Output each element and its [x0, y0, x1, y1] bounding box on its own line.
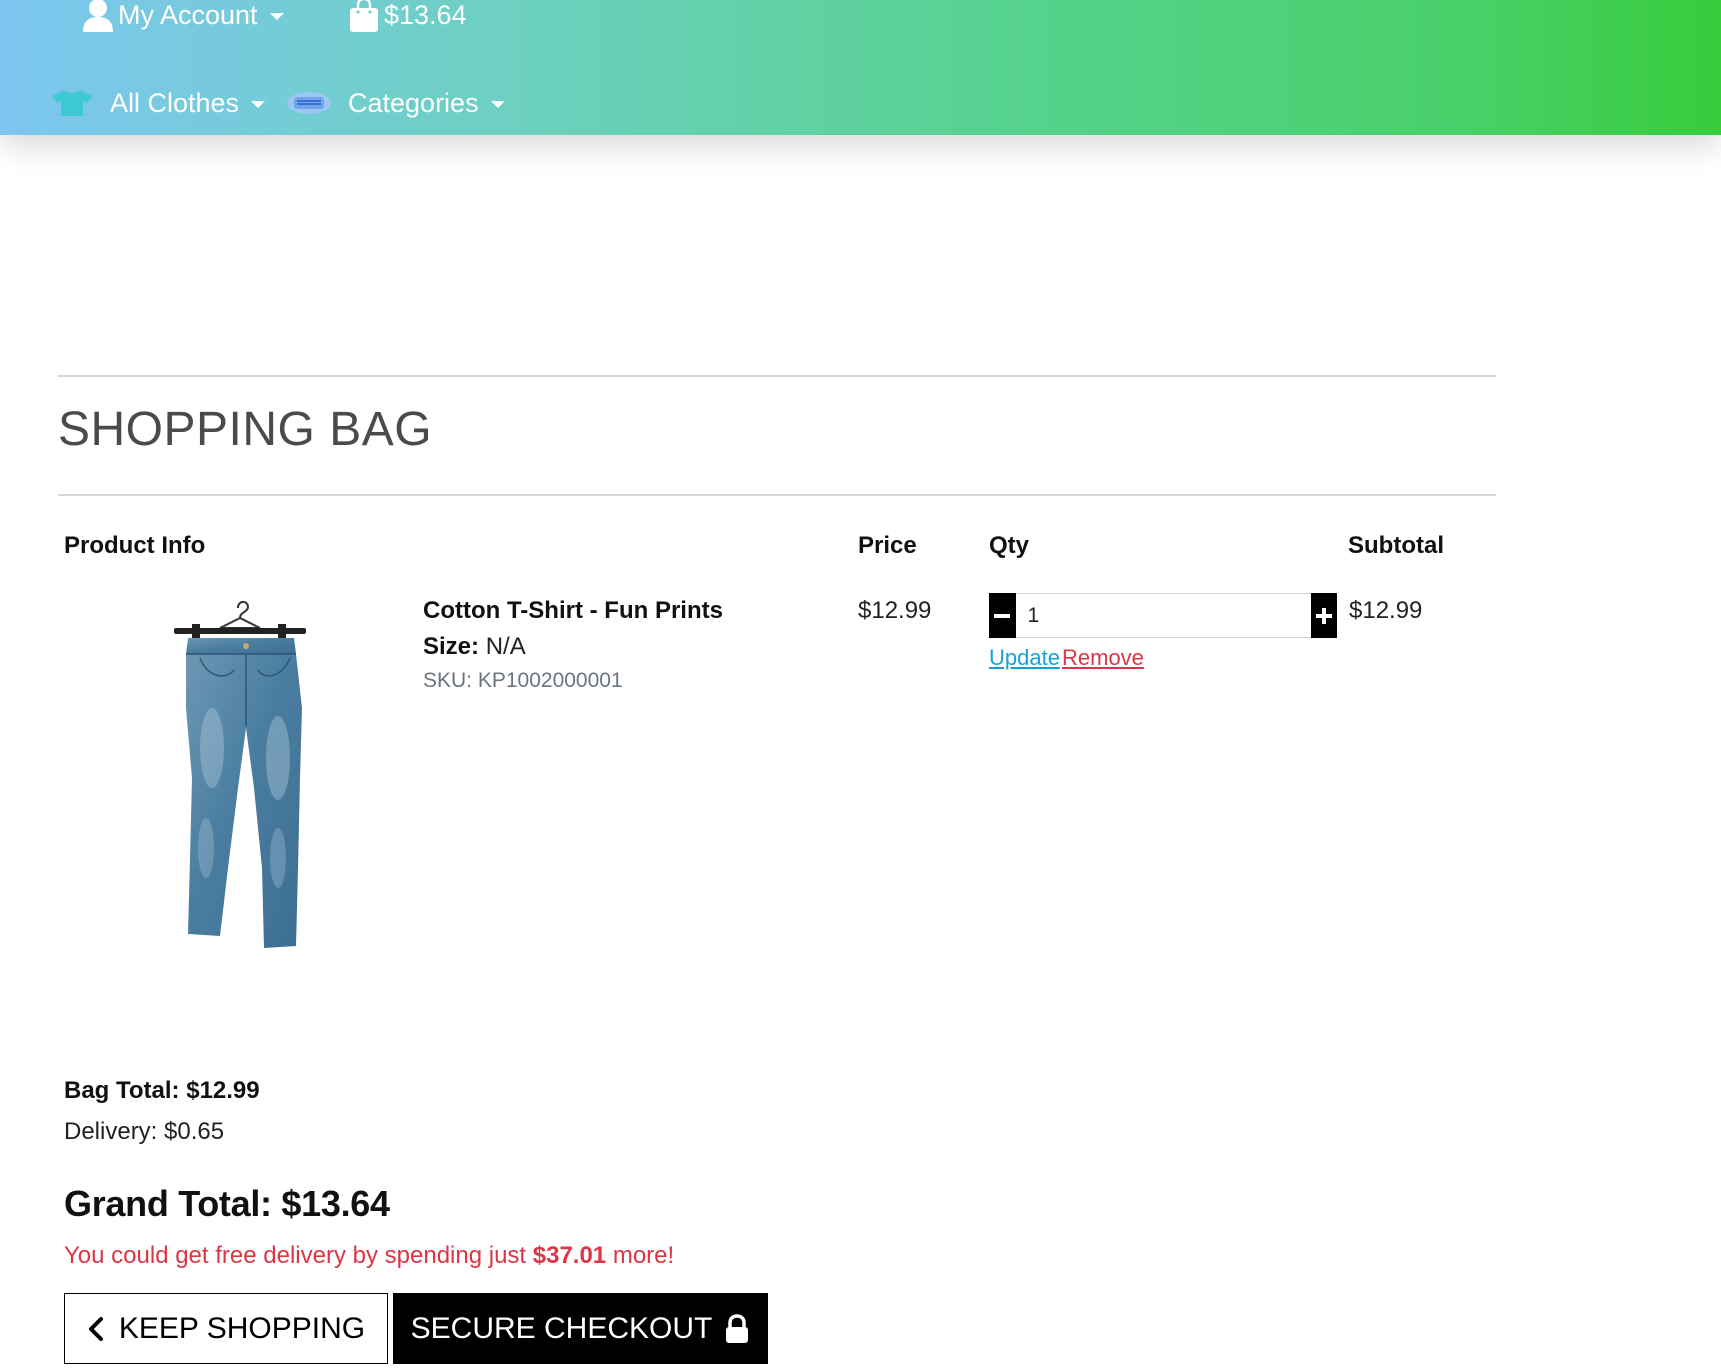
- lock-icon: [724, 1313, 750, 1344]
- item-subtotal: $12.99: [1349, 597, 1423, 624]
- secure-checkout-label: SECURE CHECKOUT: [410, 1311, 713, 1345]
- site-header: My Account $13.64 All Clothes Categories: [0, 0, 1721, 135]
- chevron-down-icon: [269, 12, 284, 20]
- chevron-left-icon: [87, 1316, 105, 1342]
- page-title: SHOPPING BAG: [58, 403, 433, 456]
- product-size: Size: N/A: [423, 632, 526, 662]
- free-delivery-prefix: You could get free delivery by spending …: [64, 1242, 533, 1269]
- categories-dropdown[interactable]: Categories: [286, 86, 505, 120]
- quantity-input[interactable]: [1015, 593, 1311, 638]
- free-delivery-suffix: more!: [606, 1242, 675, 1269]
- plus-icon: [1315, 599, 1333, 632]
- delivery-cost: Delivery: $0.65: [64, 1118, 225, 1145]
- product-name[interactable]: Cotton T-Shirt - Fun Prints: [423, 596, 723, 626]
- all-clothes-label: All Clothes: [110, 87, 240, 118]
- my-account-dropdown[interactable]: My Account: [82, 0, 284, 32]
- bag-total: Bag Total: $12.99: [64, 1077, 260, 1104]
- keep-shopping-button[interactable]: KEEP SHOPPING: [64, 1293, 388, 1364]
- remove-link[interactable]: Remove: [1062, 644, 1144, 672]
- quantity-stepper: [989, 593, 1337, 638]
- bag-total-amount: $13.64: [384, 0, 467, 30]
- update-link[interactable]: Update: [989, 644, 1060, 672]
- user-icon: [82, 0, 114, 32]
- mask-icon: [286, 89, 332, 117]
- shopping-bag-icon: [348, 0, 380, 32]
- keep-shopping-label: KEEP SHOPPING: [118, 1311, 366, 1345]
- divider-top: [58, 375, 1496, 377]
- all-clothes-dropdown[interactable]: All Clothes: [50, 86, 266, 120]
- product-size-value: N/A: [485, 633, 526, 660]
- divider-bottom: [58, 494, 1496, 496]
- product-sku: SKU: KP1002000001: [423, 669, 623, 692]
- column-header-qty: Qty: [989, 532, 1030, 559]
- minus-icon: [993, 599, 1011, 632]
- column-header-price: Price: [858, 532, 917, 559]
- categories-label: Categories: [348, 87, 479, 118]
- column-header-subtotal: Subtotal: [1348, 532, 1444, 559]
- chevron-down-icon: [490, 100, 505, 108]
- free-delivery-message: You could get free delivery by spending …: [64, 1241, 674, 1271]
- product-image: [150, 598, 330, 954]
- tshirt-icon: [50, 88, 94, 118]
- free-delivery-amount: $37.01: [532, 1242, 607, 1269]
- grand-total: Grand Total: $13.64: [64, 1183, 390, 1224]
- increment-qty-button[interactable]: [1310, 593, 1337, 638]
- my-account-label: My Account: [118, 0, 258, 30]
- product-size-label: Size:: [423, 633, 480, 660]
- bag-total-link[interactable]: $13.64: [348, 0, 467, 32]
- chevron-down-icon: [251, 100, 266, 108]
- item-price: $12.99: [858, 597, 932, 624]
- decrement-qty-button[interactable]: [989, 593, 1016, 638]
- column-header-product-info: Product Info: [64, 532, 206, 559]
- secure-checkout-button[interactable]: SECURE CHECKOUT: [393, 1293, 768, 1364]
